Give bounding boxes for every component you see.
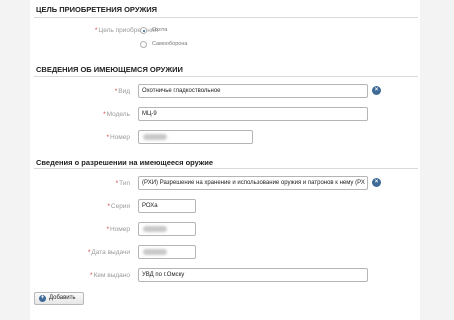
existing-model-input[interactable]: МЦ-9: [138, 107, 368, 121]
permit-issuer-label: *Кем выдано: [90, 272, 130, 279]
existing-type-label: *Вид: [114, 88, 130, 95]
divider: [34, 168, 418, 169]
existing-section-title: СВЕДЕНИЯ ОБ ИМЕЮЩЕМСЯ ОРУЖИИ: [36, 65, 183, 74]
purpose-option-hunting[interactable]: Охота: [152, 27, 167, 33]
divider: [34, 76, 418, 77]
permit-type-label: *Тип: [115, 180, 130, 187]
plus-icon: +: [39, 295, 46, 302]
close-icon[interactable]: ×: [372, 86, 381, 95]
permit-type-select[interactable]: (РХИ) Разрешение на хранение и использов…: [138, 176, 368, 190]
purpose-section-title: ЦЕЛЬ ПРИОБРЕТЕНИЯ ОРУЖИЯ: [36, 5, 158, 14]
purpose-option-selfdefense[interactable]: Самооборона: [152, 41, 187, 47]
purpose-label: *Цель приобретения: [94, 27, 158, 34]
existing-model-label: *Модель: [103, 111, 130, 118]
purpose-radio-hunting[interactable]: [140, 27, 147, 34]
permit-date-label: *Дата выдачи: [87, 249, 130, 256]
add-button-label: Добавить: [49, 295, 76, 301]
permit-number-label: *Номер: [106, 226, 130, 233]
existing-type-select[interactable]: Охотничье гладкоствольное: [138, 84, 368, 98]
existing-number-input[interactable]: [138, 130, 253, 144]
divider: [34, 17, 418, 18]
permit-date-input[interactable]: [138, 245, 196, 259]
purpose-radio-selfdefense[interactable]: [140, 41, 147, 48]
permit-issuer-input[interactable]: УВД по г.Омску: [138, 268, 368, 282]
permit-number-input[interactable]: [138, 222, 196, 236]
close-icon[interactable]: ×: [372, 178, 381, 187]
add-button[interactable]: + Добавить: [34, 292, 84, 305]
permit-section-title: Сведения о разрешении на имеющееся оружи…: [36, 158, 214, 167]
permit-series-input[interactable]: РОХа: [138, 199, 196, 213]
permit-series-label: *Серия: [107, 203, 130, 210]
existing-number-label: *Номер: [106, 134, 130, 141]
